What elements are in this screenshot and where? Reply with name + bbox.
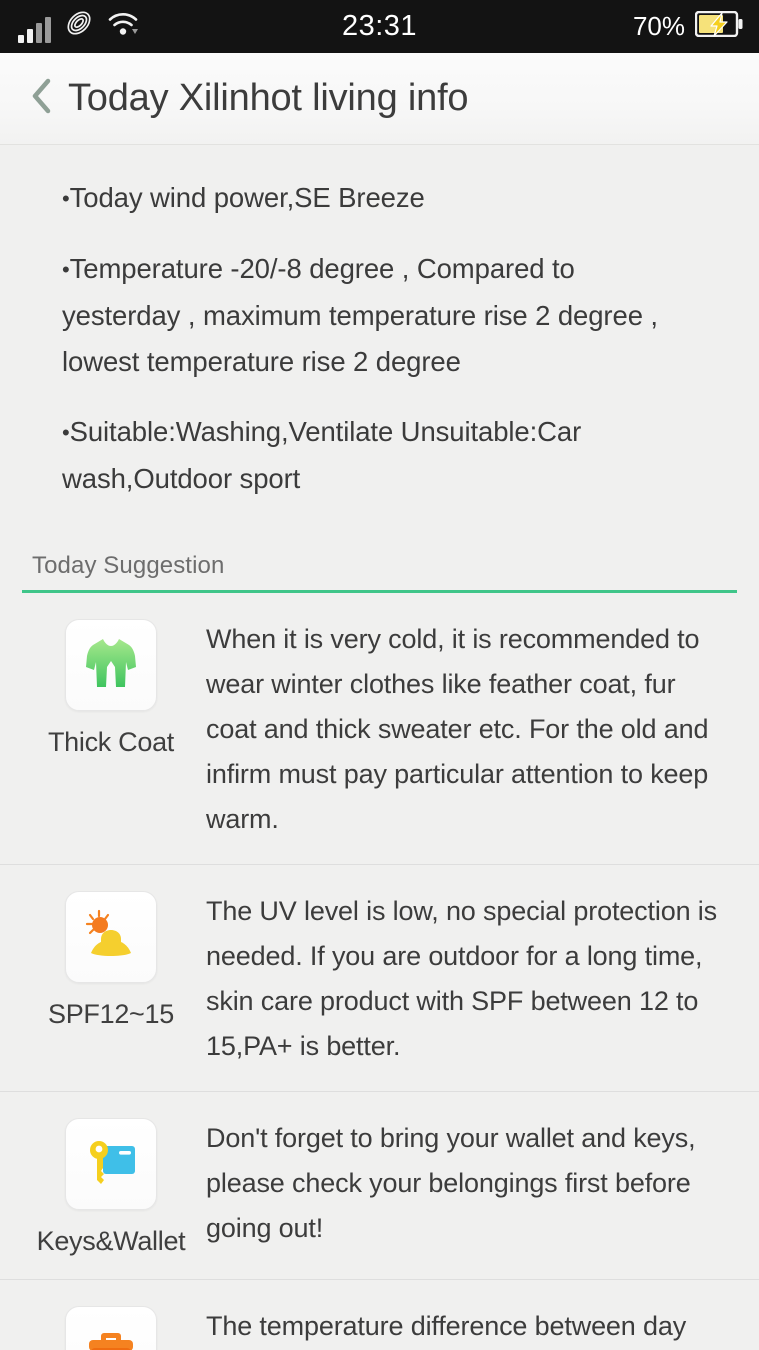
keys-wallet-icon [79,1130,143,1199]
list-item[interactable]: Keys&Wallet Don't forget to bring your w… [0,1092,759,1280]
list-item[interactable]: Prevent Cold The temperature difference … [0,1280,759,1350]
suggestion-text: When it is very cold, it is recommended … [206,624,709,834]
sun-hat-icon [79,903,143,972]
bullet-icon: • [62,257,70,282]
section-header-today-suggestion: Today Suggestion [22,552,737,593]
page-title: Today Xilinhot living info [68,77,469,119]
status-bar: 23:31 70% [0,0,759,53]
section-header-label: Today Suggestion [32,552,225,579]
bullet-icon: • [62,186,70,211]
info-line-text: Today wind power,SE Breeze [69,182,425,213]
battery-charging-icon [694,10,743,42]
back-button[interactable] [20,69,64,129]
suggestion-icon-group: Prevent Cold [22,1302,200,1350]
navigation-bar: Today Xilinhot living info [0,53,759,145]
icon-tile [65,619,157,711]
suggestion-label: Keys&Wallet [36,1226,186,1256]
first-aid-kit-icon [79,1318,143,1350]
info-line: •Suitable:Washing,Ventilate Unsuitable:C… [62,409,697,502]
thick-coat-icon [79,631,143,700]
suggestion-icon-group: SPF12~15 [22,887,200,1069]
suggestion-text: The UV level is low, no special protecti… [206,896,717,1061]
battery-percent-label: 70% [632,11,685,41]
bullet-icon: • [62,420,70,445]
list-item[interactable]: Thick Coat When it is very cold, it is r… [0,593,759,865]
info-line-text: Suitable:Washing,Ventilate Unsuitable:Ca… [62,416,582,494]
back-chevron-icon [29,76,55,121]
suggestion-label: Thick Coat [47,727,175,757]
page-content: •Today wind power,SE Breeze •Temperature… [0,145,759,1350]
suggestion-text: Don't forget to bring your wallet and ke… [206,1123,696,1243]
suggestion-label: SPF12~15 [48,999,174,1029]
suggestion-icon-group: Keys&Wallet [22,1114,200,1257]
status-bar-right-icons: 70% [633,0,743,53]
info-line: •Today wind power,SE Breeze [62,175,697,222]
info-line-text: Temperature -20/-8 degree , Compared to … [62,253,658,377]
suggestion-text: The temperature difference between day a… [206,1311,687,1341]
weather-info-block: •Today wind power,SE Breeze •Temperature… [0,145,759,512]
icon-tile [65,891,157,983]
suggestion-icon-group: Thick Coat [22,615,200,842]
icon-tile [65,1118,157,1210]
info-line: •Temperature -20/-8 degree , Compared to… [62,246,697,385]
list-item[interactable]: SPF12~15 The UV level is low, no special… [0,865,759,1092]
icon-tile [65,1306,157,1350]
